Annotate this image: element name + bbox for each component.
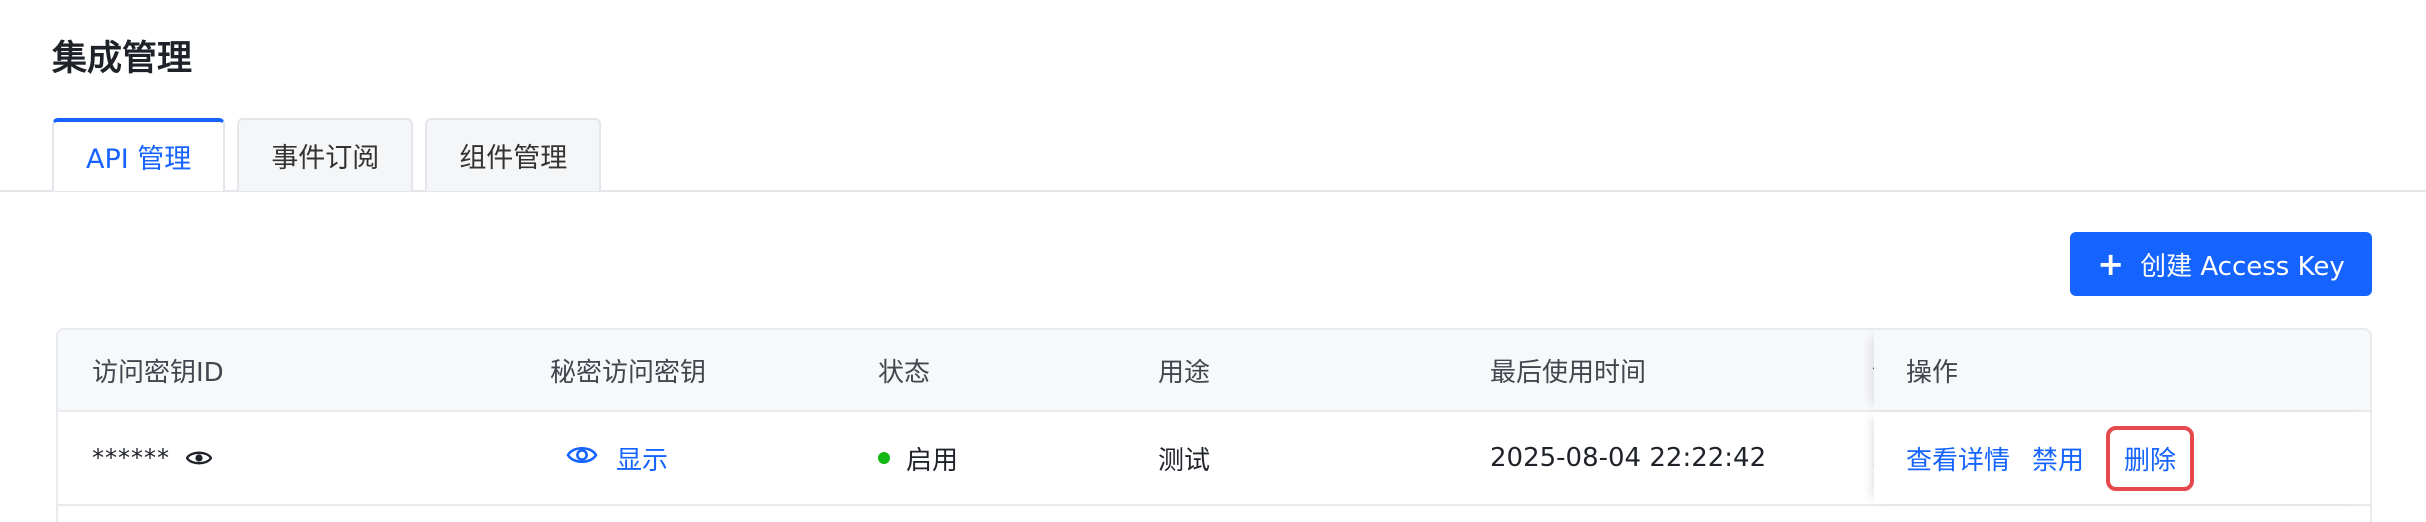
usage-cell: 测试 [1158,445,1211,476]
header-actions: 操作 [1906,357,1959,388]
eye-icon[interactable] [186,449,212,467]
last-used-time-cell: 2025-08-04 22:22:42 [1490,443,1767,473]
header-actions-column: 操作 [1874,330,2370,410]
eye-icon [566,443,598,473]
delete-highlight-box: 删除 [2106,425,2195,491]
header-access-key-id: 访问密钥ID [92,357,224,388]
tab-event-subscription[interactable]: 事件订阅 [237,118,414,191]
secret-key-cell: 显示 [550,412,668,504]
plus-icon: + [2097,245,2125,283]
tab-component-management[interactable]: 组件管理 [425,118,602,191]
row-actions: 查看详情 禁用 删除 [1906,412,2195,504]
delete-link[interactable]: 删除 [2124,446,2176,476]
access-key-id-value: ****** [92,444,170,472]
header-last-used-time: 最后使用时间 [1490,357,1647,388]
create-access-key-button[interactable]: + 创建 Access Key [2070,232,2372,296]
header-status: 状态 [878,357,931,388]
actions-column: 查看详情 禁用 删除 [1874,412,2370,504]
header-usage: 用途 [1158,357,1211,388]
show-secret-label: 显示 [616,445,669,476]
access-key-table: 访问密钥ID 秘密访问密钥 状态 用途 最后使用时间 创 操作 ****** [56,328,2372,522]
tab-api-management[interactable]: API 管理 [52,118,226,191]
access-key-id-cell: ****** [92,412,212,504]
status-dot [878,452,890,464]
status-cell: 启用 [878,412,958,504]
integration-management-page: 集成管理 API 管理 事件订阅 组件管理 + 创建 Access Key 访问… [0,0,2426,522]
create-access-key-label: 创建 Access Key [2140,251,2345,282]
tab-bar: API 管理 事件订阅 组件管理 [52,118,602,191]
table-header: 访问密钥ID 秘密访问密钥 状态 用途 最后使用时间 创 操作 [58,330,2370,412]
status-badge: 启用 [906,445,959,476]
header-secret-key: 秘密访问密钥 [550,357,707,388]
table-row: ****** 显示 启用 测试 2025-08-04 22:22:42 查看详情… [58,412,2370,506]
page-title: 集成管理 [52,39,193,79]
disable-link[interactable]: 禁用 [2032,440,2084,477]
view-details-link[interactable]: 查看详情 [1906,440,2010,477]
show-secret-button[interactable]: 显示 [566,440,668,477]
